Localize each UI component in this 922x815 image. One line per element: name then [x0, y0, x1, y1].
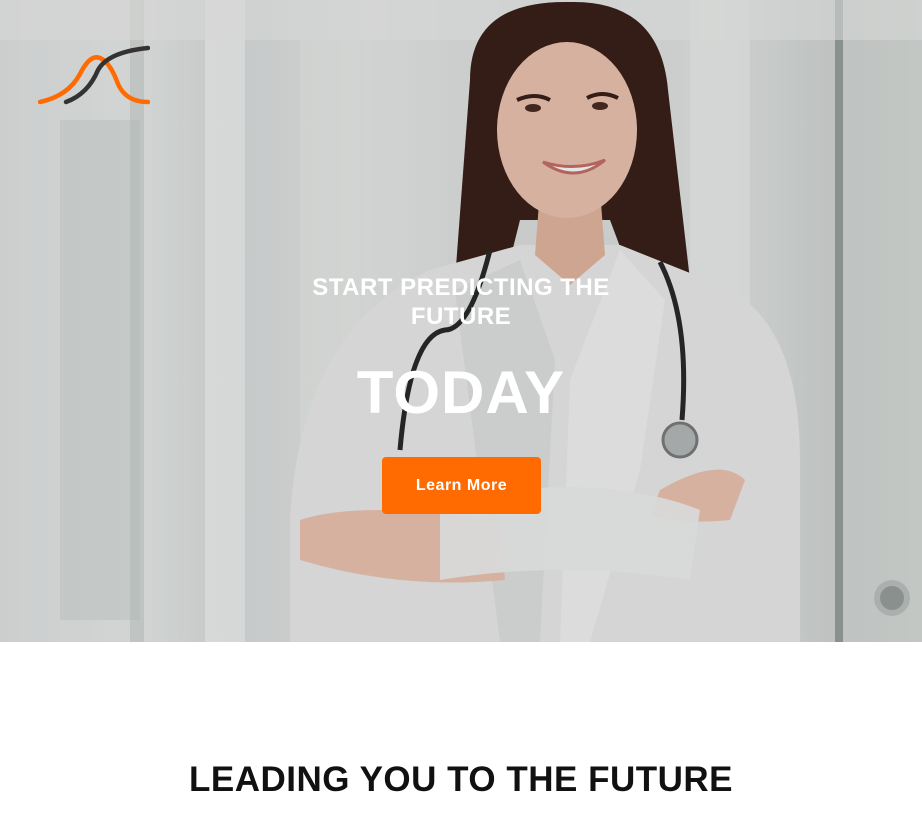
hero-subtitle: START PREDICTING THE FUTURE	[0, 273, 922, 331]
hero-banner: START PREDICTING THE FUTURE TODAY Learn …	[0, 0, 922, 642]
hero-headline: TODAY	[356, 359, 566, 426]
brand-logo[interactable]	[38, 44, 150, 108]
hero-subtitle-line1: START PREDICTING THE	[312, 274, 610, 301]
hero-subtitle-line2: FUTURE	[410, 303, 512, 330]
learn-more-button[interactable]: Learn More	[382, 457, 541, 514]
section-title: LEADING YOU TO THE FUTURE	[188, 760, 733, 799]
